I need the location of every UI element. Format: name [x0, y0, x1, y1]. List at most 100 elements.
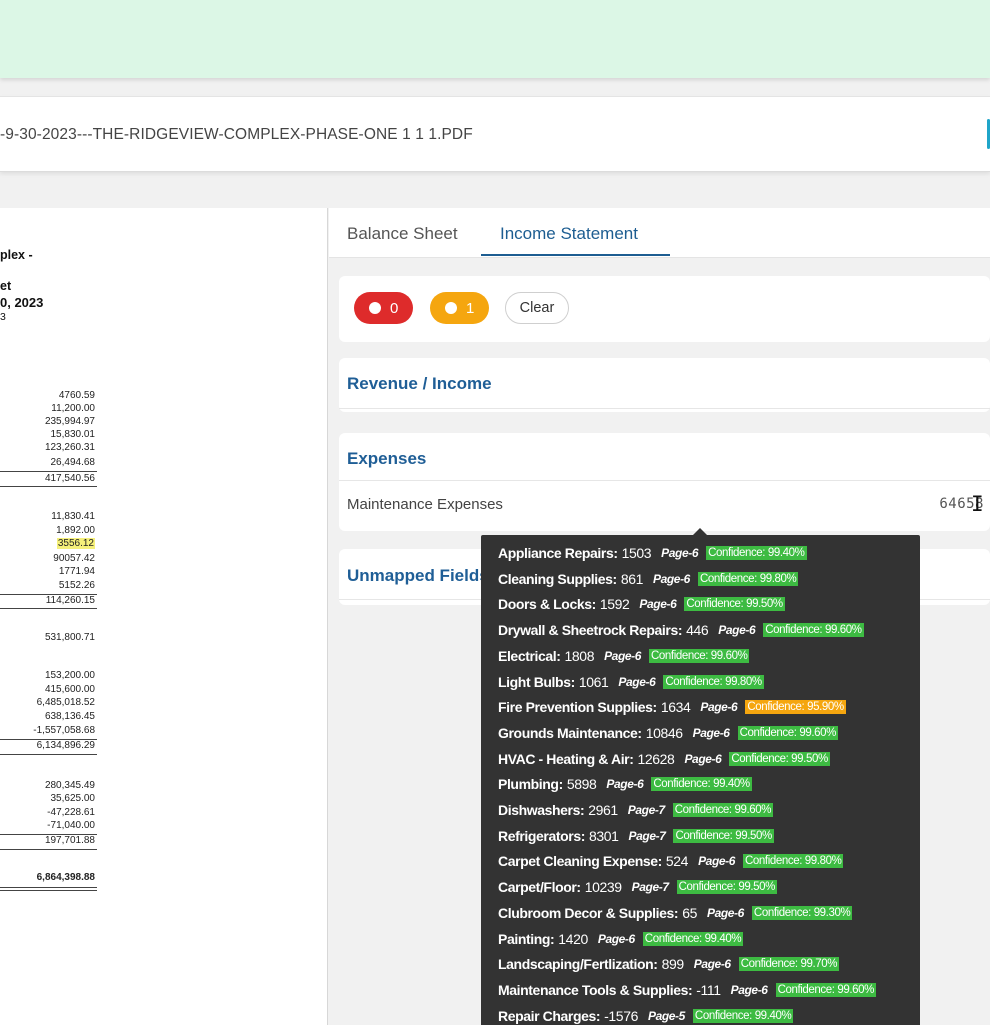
doc-amount: 15,830.01: [50, 429, 96, 440]
doc-rule: [0, 471, 97, 472]
line-item-value: 10239: [584, 879, 622, 896]
doc-amount: 6,485,018.52: [36, 697, 95, 708]
confidence-badge: Confidence: 99.40%: [642, 931, 744, 946]
doc-amount: 638,136.45: [44, 711, 95, 722]
tooltip-line-item: Electrical: 1808 Page-6 Confidence: 99.60%: [498, 645, 750, 667]
line-item-page: Page-7: [631, 880, 669, 895]
doc-rule: [0, 887, 97, 888]
section-title[interactable]: Expenses: [347, 449, 426, 469]
tooltip-line-item: Fire Prevention Supplies: 1634 Page-6 Confi…: [498, 696, 846, 718]
doc-amount: 4760.59: [58, 390, 95, 401]
error-filter-button[interactable]: 0: [354, 292, 413, 324]
doc-amount: 235,994.97: [44, 416, 95, 427]
confidence-badge: Confidence: 99.50%: [684, 597, 785, 612]
line-item-value: 1503: [621, 545, 652, 561]
line-item-name: Drywall & Sheetrock Repairs:: [498, 622, 683, 639]
breakdown-tooltip: Appliance Repairs: 1503 Page-6 Confidence: …: [481, 535, 920, 1025]
doc-amount: -71,040.00: [47, 820, 95, 831]
line-item-name: Cleaning Supplies:: [498, 570, 617, 587]
clear-button[interactable]: Clear: [505, 292, 569, 324]
line-item-value: 10846: [645, 724, 683, 741]
line-item-value: 65: [682, 904, 697, 921]
text-cursor-icon: I: [971, 492, 984, 516]
divider: [339, 408, 990, 409]
doc-amount: -47,228.61: [47, 807, 95, 818]
line-item-value: -111: [696, 981, 721, 998]
tooltip-line-item: HVAC - Heating & Air: 12628 Page-6 Confiden…: [498, 748, 830, 770]
line-item-page: Page-6: [597, 931, 635, 946]
line-item-value: 446: [686, 622, 709, 639]
doc-amount: 11,830.41: [51, 511, 95, 522]
tooltip-line-item: Light Bulbs: 1061 Page-6 Confidence: 99.80%: [498, 671, 764, 693]
filter-bar: 0 1 Clear: [339, 276, 990, 342]
doc-grand-total: 6,864,398.88: [36, 872, 95, 883]
line-item-page: Page-6: [730, 982, 768, 997]
doc-heading-line: 3: [0, 311, 6, 323]
line-item-value: 12628: [637, 750, 675, 767]
doc-rule: [0, 890, 97, 891]
file-name: -9-30-2023---THE-RIDGEVIEW-COMPLEX-PHASE…: [0, 126, 473, 143]
line-item-name: Repair Charges:: [498, 1007, 601, 1024]
line-item-name: Clubroom Decor & Supplies:: [498, 904, 679, 921]
tooltip-line-item: Doors & Locks: 1592 Page-6 Confidence: 99.5…: [498, 593, 785, 615]
tooltip-line-item: Grounds Maintenance: 10846 Page-6 Confidenc…: [498, 722, 838, 744]
line-item-name: Landscaping/Fertlization:: [498, 956, 658, 973]
line-item-name: Carpet/Floor:: [498, 879, 581, 896]
tab-balance-sheet[interactable]: Balance Sheet: [347, 224, 458, 244]
tab-income-statement[interactable]: Income Statement: [500, 224, 638, 244]
doc-total: 197,701.88: [44, 835, 95, 846]
section-title[interactable]: Revenue / Income: [347, 374, 492, 394]
confidence-badge: Confidence: 99.40%: [706, 546, 807, 560]
line-item-value: 8301: [588, 827, 619, 844]
doc-amount: 5152.26: [58, 580, 95, 591]
line-item-name: Fire Prevention Supplies:: [498, 699, 657, 716]
doc-rule: [0, 486, 97, 487]
line-item-page: Page-6: [684, 751, 722, 766]
doc-amount: 280,345.49: [44, 780, 95, 791]
line-item-name: Light Bulbs:: [498, 673, 575, 690]
circle-icon: [445, 302, 457, 314]
confidence-badge: Confidence: 99.60%: [649, 648, 750, 663]
line-item-page: Page-6: [700, 700, 738, 715]
line-item-value: 1808: [564, 647, 595, 664]
line-item-name: Dishwashers:: [498, 802, 585, 818]
line-item-name: Plumbing:: [498, 776, 563, 793]
doc-total: 417,540.56: [44, 473, 95, 484]
line-item-name: Grounds Maintenance:: [498, 724, 642, 741]
doc-total: 114,260.15: [45, 595, 95, 606]
file-bar: -9-30-2023---THE-RIDGEVIEW-COMPLEX-PHASE…: [0, 96, 990, 172]
expenses-section: Expenses Maintenance Expenses 64658: [339, 433, 990, 531]
warning-filter-button[interactable]: 1: [430, 292, 489, 324]
line-item-page: Page-6: [692, 725, 730, 740]
section-title[interactable]: Unmapped Fields: [347, 566, 489, 586]
tooltip-line-item: Cleaning Supplies: 861 Page-6 Confidence: 9…: [498, 568, 799, 590]
document-preview[interactable]: plex - et 0, 2023 3 4760.59 11,200.00 23…: [0, 208, 328, 1025]
line-item-value: 899: [661, 956, 685, 973]
doc-amount: 123,260.31: [44, 442, 95, 453]
doc-amount: 90057.42: [53, 553, 95, 564]
tooltip-line-item: Refrigerators: 8301 Page-7 Confidence: 99.5…: [498, 825, 774, 847]
doc-rule: [0, 754, 97, 755]
doc-amount: -1,557,058.68: [33, 725, 95, 736]
line-item-page: Page-6: [618, 674, 656, 689]
doc-amount: 26,494.68: [50, 457, 96, 468]
line-item-value: 2961: [588, 802, 618, 818]
line-item-page: Page-5: [647, 1008, 685, 1023]
line-item-name: Appliance Repairs:: [498, 545, 618, 561]
warning-count: 1: [466, 299, 475, 317]
line-item-value: 524: [665, 853, 689, 870]
line-item-value: 1592: [599, 596, 630, 613]
doc-heading-line: 0, 2023: [0, 295, 44, 310]
line-item-name: HVAC - Heating & Air:: [498, 750, 634, 767]
divider: [339, 480, 990, 481]
revenue-section[interactable]: Revenue / Income: [339, 358, 990, 412]
doc-amount: 1,892.00: [56, 525, 95, 536]
line-item-value: 1634: [660, 699, 691, 716]
confidence-badge: Confidence: 99.40%: [651, 777, 752, 792]
line-item-name: Electrical:: [498, 647, 561, 664]
doc-rule: [0, 849, 97, 850]
line-item-page: Page-6: [698, 854, 736, 869]
line-item-value: 861: [620, 570, 644, 587]
tooltip-line-item: Carpet/Floor: 10239 Page-7 Confidence: 99.5…: [498, 876, 777, 898]
line-item-name: Painting:: [498, 930, 555, 947]
